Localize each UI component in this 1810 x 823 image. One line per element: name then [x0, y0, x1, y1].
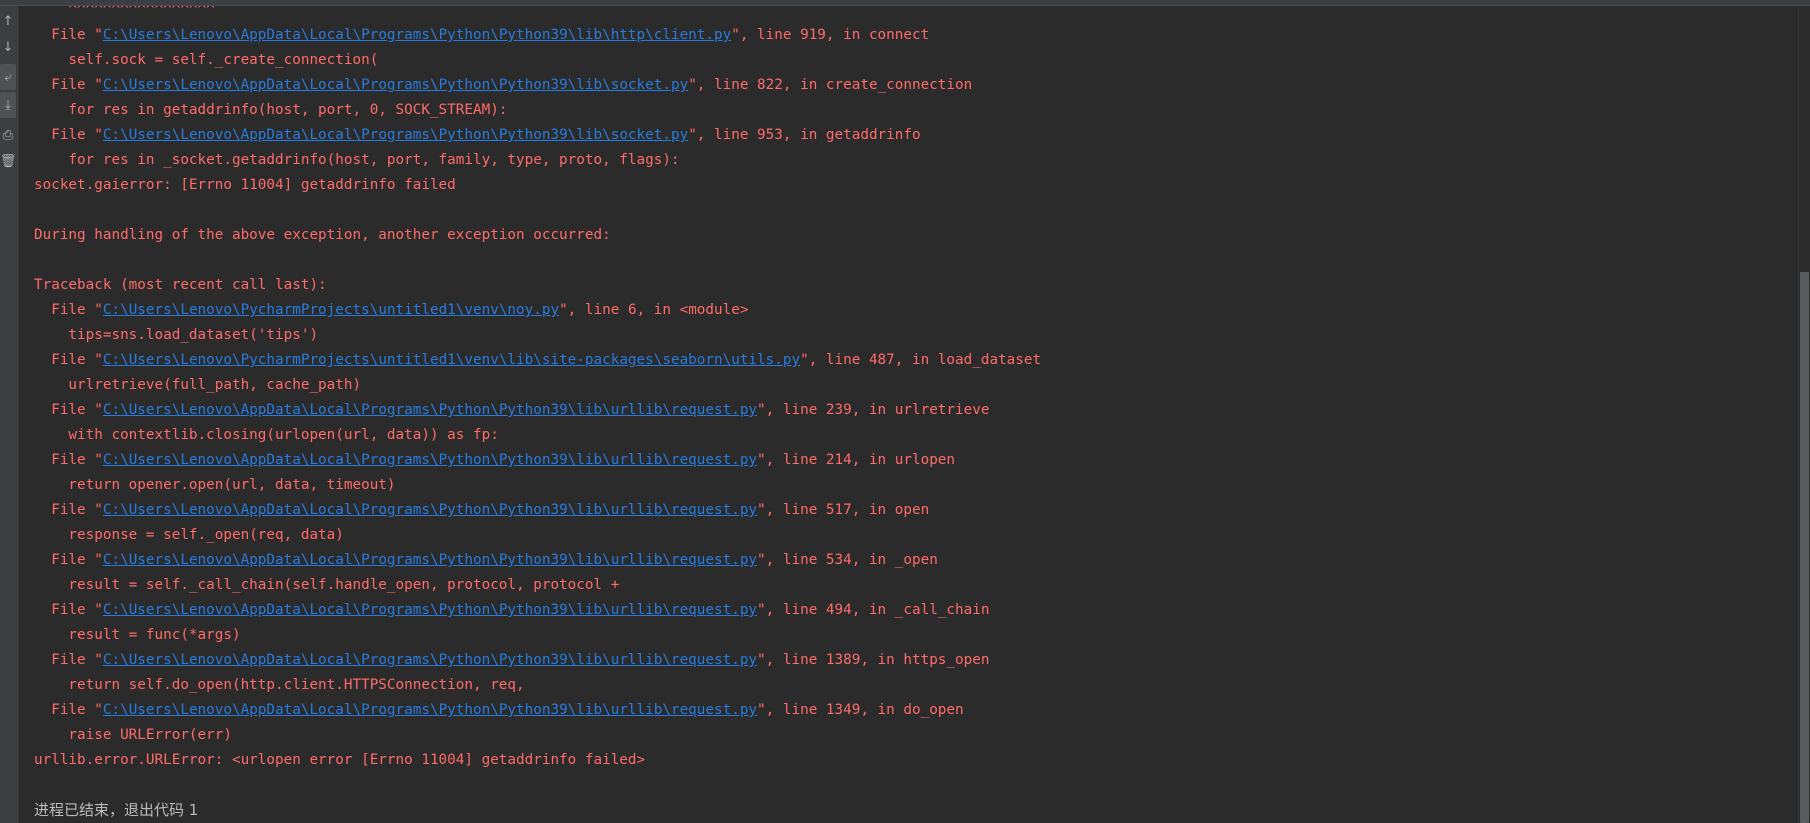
file-path-link[interactable]: C:\Users\Lenovo\AppData\Local\Programs\P…	[103, 27, 731, 43]
file-prefix: File "	[34, 77, 103, 93]
error-message-line: socket.gaierror: [Errno 11004] getaddrin…	[34, 177, 456, 193]
code-line: with contextlib.closing(urlopen(url, dat…	[34, 427, 499, 443]
file-path-link[interactable]: C:\Users\Lenovo\AppData\Local\Programs\P…	[103, 702, 757, 718]
traceback-file-line: File "C:\Users\Lenovo\AppData\Local\Prog…	[34, 123, 1041, 148]
traceback-file-line: File "C:\Users\Lenovo\AppData\Local\Prog…	[34, 598, 1041, 623]
file-path-link[interactable]: C:\Users\Lenovo\AppData\Local\Programs\P…	[103, 77, 688, 93]
console-toolbar: ↑ ↓ ⤶ ⤓ ⎙ 🗑	[0, 6, 19, 823]
file-prefix: File "	[34, 452, 103, 468]
traceback-file-line: File "C:\Users\Lenovo\AppData\Local\Prog…	[34, 498, 1041, 523]
file-suffix: ", line 239, in urlretrieve	[757, 402, 990, 418]
file-prefix: File "	[34, 702, 103, 718]
error-message-line: urllib.error.URLError: <urlopen error [E…	[34, 752, 646, 768]
console-output[interactable]: ^^^^^^^^^^^^^^^^^ File "C:\Users\Lenovo\…	[19, 6, 1789, 823]
scroll-to-end-icon[interactable]: ⤓	[0, 92, 16, 118]
file-prefix: File "	[34, 302, 103, 318]
file-suffix: ", line 517, in open	[757, 502, 930, 518]
traceback-file-line: File "C:\Users\Lenovo\AppData\Local\Prog…	[34, 73, 1041, 98]
file-suffix: ", line 487, in load_dataset	[800, 352, 1042, 368]
traceback-file-line: File "C:\Users\Lenovo\AppData\Local\Prog…	[34, 23, 1041, 48]
vertical-scrollbar[interactable]	[1798, 6, 1810, 823]
code-line: for res in _socket.getaddrinfo(host, por…	[34, 152, 680, 168]
file-suffix: ", line 1389, in https_open	[757, 652, 990, 668]
file-suffix: ", line 1349, in do_open	[757, 702, 964, 718]
file-prefix: File "	[34, 127, 103, 143]
process-exit-line: 进程已结束，退出代码 1	[34, 801, 199, 819]
file-path-link[interactable]: C:\Users\Lenovo\AppData\Local\Programs\P…	[103, 127, 688, 143]
code-line: result = func(*args)	[34, 627, 241, 643]
file-suffix: ", line 919, in connect	[731, 27, 930, 43]
file-prefix: File "	[34, 502, 103, 518]
file-path-link[interactable]: C:\Users\Lenovo\PycharmProjects\untitled…	[103, 352, 800, 368]
file-prefix: File "	[34, 652, 103, 668]
file-suffix: ", line 214, in urlopen	[757, 452, 956, 468]
code-line: return self.do_open(http.client.HTTPSCon…	[34, 677, 525, 693]
traceback-file-line: File "C:\Users\Lenovo\AppData\Local\Prog…	[34, 648, 1041, 673]
file-path-link[interactable]: C:\Users\Lenovo\PycharmProjects\untitled…	[103, 302, 559, 318]
print-icon[interactable]: ⎙	[0, 122, 16, 148]
code-line: return opener.open(url, data, timeout)	[34, 477, 396, 493]
clear-all-icon[interactable]: 🗑	[0, 148, 16, 174]
code-line: tips=sns.load_dataset('tips')	[34, 327, 319, 343]
file-prefix: File "	[34, 402, 103, 418]
traceback-file-line: File "C:\Users\Lenovo\AppData\Local\Prog…	[34, 698, 1041, 723]
traceback-file-line: File "C:\Users\Lenovo\AppData\Local\Prog…	[34, 398, 1041, 423]
traceback-file-line: File "C:\Users\Lenovo\PycharmProjects\un…	[34, 348, 1041, 373]
file-suffix: ", line 534, in _open	[757, 552, 938, 568]
file-suffix: ", line 494, in _call_chain	[757, 602, 990, 618]
code-line: response = self._open(req, data)	[34, 527, 344, 543]
soft-wrap-icon[interactable]: ⤶	[0, 64, 16, 90]
partial-line: ^^^^^^^^^^^^^^^^^	[34, 6, 215, 18]
blank-line	[34, 773, 1041, 798]
traceback-file-line: File "C:\Users\Lenovo\PycharmProjects\un…	[34, 298, 1041, 323]
code-line: raise URLError(err)	[34, 727, 232, 743]
file-suffix: ", line 6, in <module>	[559, 302, 749, 318]
code-line: result = self._call_chain(self.handle_op…	[34, 577, 620, 593]
scrollbar-thumb[interactable]	[1800, 272, 1809, 823]
blank-line	[34, 248, 1041, 273]
down-arrow-icon[interactable]: ↓	[0, 34, 16, 60]
blank-line	[34, 198, 1041, 223]
error-message-line: Traceback (most recent call last):	[34, 277, 327, 293]
file-prefix: File "	[34, 27, 103, 43]
error-message-line: During handling of the above exception, …	[34, 227, 611, 243]
file-suffix: ", line 822, in create_connection	[688, 77, 973, 93]
code-line: urlretrieve(full_path, cache_path)	[34, 377, 362, 393]
file-suffix: ", line 953, in getaddrinfo	[688, 127, 921, 143]
traceback-file-line: File "C:\Users\Lenovo\AppData\Local\Prog…	[34, 548, 1041, 573]
file-path-link[interactable]: C:\Users\Lenovo\AppData\Local\Programs\P…	[103, 602, 757, 618]
run-console-window: ↑ ↓ ⤶ ⤓ ⎙ 🗑 ^^^^^^^^^^^^^^^^^ File "C:\Users\…	[0, 0, 1810, 823]
console-lines: ^^^^^^^^^^^^^^^^^ File "C:\Users\Lenovo\…	[34, 6, 1041, 823]
file-path-link[interactable]: C:\Users\Lenovo\AppData\Local\Programs\P…	[103, 652, 757, 668]
file-path-link[interactable]: C:\Users\Lenovo\AppData\Local\Programs\P…	[103, 502, 757, 518]
traceback-file-line: File "C:\Users\Lenovo\AppData\Local\Prog…	[34, 448, 1041, 473]
file-path-link[interactable]: C:\Users\Lenovo\AppData\Local\Programs\P…	[103, 402, 757, 418]
file-prefix: File "	[34, 352, 103, 368]
code-line: self.sock = self._create_connection(	[34, 52, 379, 68]
file-prefix: File "	[34, 552, 103, 568]
file-path-link[interactable]: C:\Users\Lenovo\AppData\Local\Programs\P…	[103, 552, 757, 568]
up-arrow-icon[interactable]: ↑	[0, 8, 16, 34]
file-prefix: File "	[34, 602, 103, 618]
code-line: for res in getaddrinfo(host, port, 0, SO…	[34, 102, 508, 118]
file-path-link[interactable]: C:\Users\Lenovo\AppData\Local\Programs\P…	[103, 452, 757, 468]
